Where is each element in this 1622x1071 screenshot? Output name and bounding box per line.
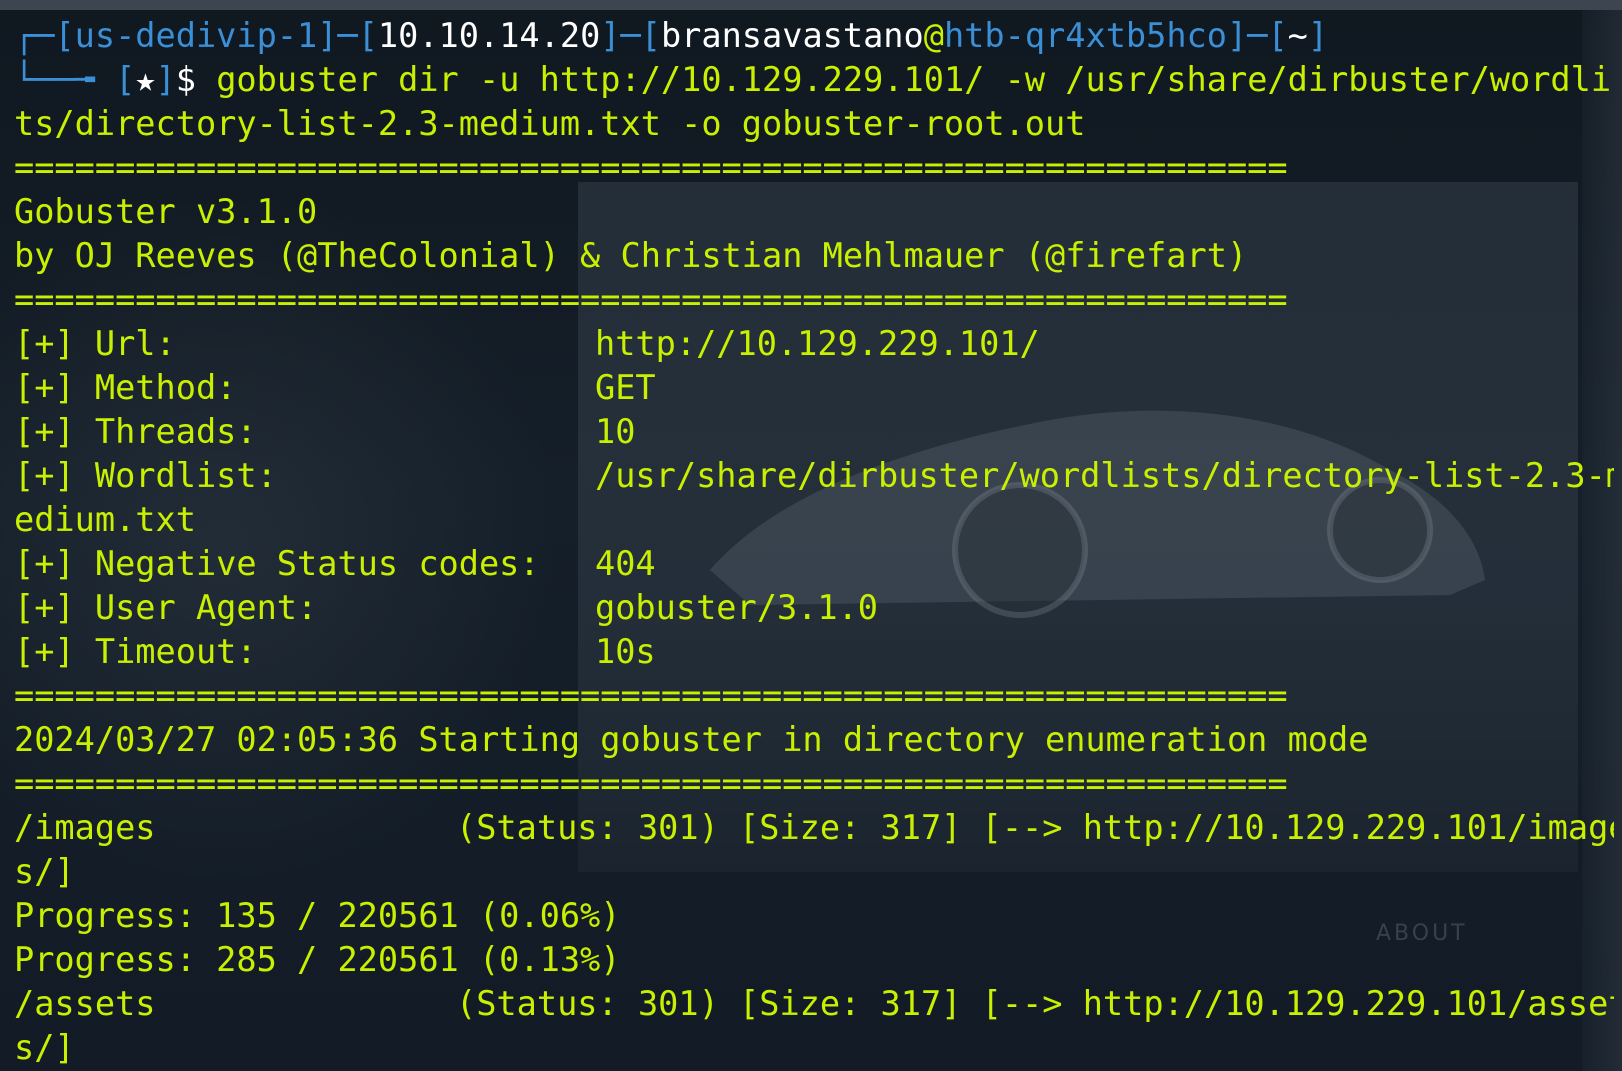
prompt-corner-top: ┌─ <box>14 16 55 55</box>
separator-line: ========================================… <box>14 280 1288 319</box>
star-icon: ★ <box>135 60 156 99</box>
config-row-user-agent: [+] User Agent: gobuster/3.1.0 <box>14 586 1614 630</box>
config-value: 10 <box>595 412 636 451</box>
config-wordlist-wrap: edium.txt <box>14 500 196 539</box>
start-message: 2024/03/27 02:05:36 Starting gobuster in… <box>14 720 1369 759</box>
separator-line: ========================================… <box>14 764 1288 803</box>
progress-line: Progress: 285 / 220561 (0.13%) <box>14 940 621 979</box>
prompt-user: bransavastano <box>660 16 924 55</box>
config-row-url: [+] Url: http://10.129.229.101/ <box>14 322 1614 366</box>
prompt-line: ┌─[us-dedivip-1]─[10.10.14.20]─[bransava… <box>14 16 1329 55</box>
config-value: /usr/share/dirbuster/wordlists/directory… <box>595 456 1614 495</box>
result-row-assets: /assets (Status: 301) [Size: 317] [--> ht… <box>14 982 1614 1026</box>
config-value: GET <box>595 368 656 407</box>
result-wrap: s/] <box>14 852 75 891</box>
banner-authors: by OJ Reeves (@TheColonial) & Christian … <box>14 236 1248 275</box>
config-key: [+] Negative Status codes: <box>14 544 540 583</box>
command-line-wrap: ts/directory-list-2.3-medium.txt -o gobu… <box>14 104 1086 143</box>
command-line: └──╼ [★]$ gobuster dir -u http://10.129.… <box>14 58 1614 102</box>
prompt-dollar: $ <box>175 60 217 99</box>
prompt-region: us-dedivip-1 <box>74 16 318 55</box>
config-value: http://10.129.229.101/ <box>595 324 1040 363</box>
command-text-part1: gobuster dir -u http://10.129.229.101/ -… <box>216 60 1614 99</box>
config-key: [+] User Agent: <box>14 588 318 627</box>
config-value: gobuster/3.1.0 <box>595 588 879 627</box>
terminal-output[interactable]: ┌─[us-dedivip-1]─[10.10.14.20]─[bransava… <box>14 14 1614 1070</box>
prompt-at: @ <box>923 16 944 55</box>
config-row-wordlist: [+] Wordlist: /usr/share/dirbuster/wordli… <box>14 454 1614 498</box>
config-key: [+] Timeout: <box>14 632 257 671</box>
config-row-timeout: [+] Timeout: 10s <box>14 630 1614 674</box>
result-wrap: s/] <box>14 1028 75 1067</box>
separator-line: ========================================… <box>14 148 1288 187</box>
config-row-threads: [+] Threads: 10 <box>14 410 1614 454</box>
terminal-window[interactable]: ABOUT ┌─[us-dedivip-1]─[10.10.14.20]─[br… <box>0 0 1622 1071</box>
result-row-images: /images (Status: 301) [Size: 317] [--> ht… <box>14 806 1614 850</box>
config-row-negative-status: [+] Negative Status codes: 404 <box>14 542 1614 586</box>
progress-line: Progress: 135 / 220561 (0.06%) <box>14 896 621 935</box>
prompt-host: htb-qr4xtb5hco <box>943 16 1227 55</box>
prompt-ip: 10.10.14.20 <box>377 16 601 55</box>
result-path: /images <box>14 808 156 847</box>
config-key: [+] Method: <box>14 368 237 407</box>
config-key: [+] Threads: <box>14 412 257 451</box>
window-top-edge <box>0 0 1622 10</box>
result-detail: (Status: 301) [Size: 317] [--> http://10… <box>456 808 1614 847</box>
config-row-method: [+] Method: GET <box>14 366 1614 410</box>
result-path: /assets <box>14 984 156 1023</box>
prompt-corner-bottom: └──╼ <box>14 60 116 99</box>
config-value: 404 <box>595 544 656 583</box>
prompt-cwd: ~ <box>1287 16 1308 55</box>
separator-line: ========================================… <box>14 676 1288 715</box>
config-key: [+] Url: <box>14 324 176 363</box>
result-detail: (Status: 301) [Size: 317] [--> http://10… <box>456 984 1614 1023</box>
config-key: [+] Wordlist: <box>14 456 277 495</box>
banner-title: Gobuster v3.1.0 <box>14 192 318 231</box>
config-value: 10s <box>595 632 656 671</box>
